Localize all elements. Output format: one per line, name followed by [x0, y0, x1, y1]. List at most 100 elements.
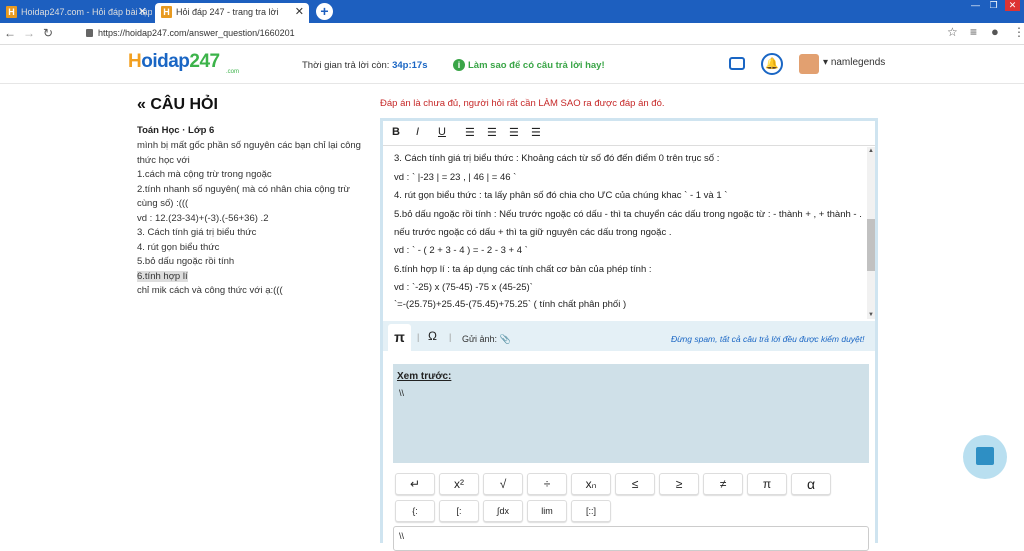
- answer-line: 3. Cách tính giá trị biểu thức : Khoảng …: [394, 153, 720, 164]
- less-equal-key[interactable]: ≤: [615, 473, 655, 495]
- profile-icon[interactable]: ●: [991, 24, 999, 39]
- question-line: 4. rút gọn biểu thức: [137, 241, 220, 253]
- scrollbar[interactable]: ▲ ▼: [867, 147, 875, 319]
- tab-math-symbols[interactable]: π: [388, 324, 411, 351]
- root-key[interactable]: √: [483, 473, 523, 495]
- align-right-icon[interactable]: ☰: [509, 126, 519, 139]
- address-bar: ← → ↻ https://hoidap247.com/answer_quest…: [0, 23, 1024, 45]
- tab-greek[interactable]: Ω: [428, 329, 437, 343]
- align-center-icon[interactable]: ☰: [487, 126, 497, 139]
- close-icon[interactable]: ✕: [138, 3, 147, 21]
- avatar[interactable]: [799, 54, 819, 74]
- lock-icon: [86, 29, 93, 37]
- divider: |: [417, 332, 420, 342]
- scroll-up-icon[interactable]: ▲: [867, 148, 875, 154]
- limit-key[interactable]: lim: [527, 500, 567, 522]
- question-heading: « CÂU HỎI: [137, 96, 218, 113]
- reload-icon[interactable]: ↻: [43, 26, 53, 40]
- question-line: 1.cách mà cộng trừ trong ngoặc: [137, 169, 272, 180]
- paperclip-icon: 📎: [499, 334, 511, 344]
- question-line: 3. Cách tính giá trị biểu thức: [137, 227, 257, 238]
- browser-tab-bar: H Hoidap247.com - Hỏi đáp bài tập ✕ H Hỏ…: [0, 0, 1024, 23]
- gift-icon: [976, 447, 994, 465]
- answer-line: vd : ` - ( 2 + 3 - 4 ) = - 2 - 3 + 4 `: [394, 245, 528, 256]
- question-body: mình bị mất gốc phần số nguyên các bạn c…: [137, 139, 362, 299]
- spam-note: Đừng spam, tất cả câu trả lời đều được k…: [671, 334, 865, 344]
- not-equal-key[interactable]: ≠: [703, 473, 743, 495]
- question-line: 5.bỏ dấu ngoặc rồi tính: [137, 256, 235, 267]
- star-icon[interactable]: ☆: [947, 25, 958, 39]
- gift-button[interactable]: [963, 435, 1007, 479]
- bell-icon[interactable]: 🔔: [761, 53, 783, 75]
- answer-text-area[interactable]: 3. Cách tính giá trị biểu thức : Khoảng …: [383, 147, 866, 319]
- table-key[interactable]: [::]: [571, 500, 611, 522]
- question-line: mình bị mất gốc phần số nguyên các bạn c…: [137, 140, 361, 166]
- question-line: 2.tính nhanh số nguyên( mà có nhân chia …: [137, 183, 350, 210]
- answer-line: 5.bỏ dấu ngoặc rồi tính : Nếu trước ngoặ…: [394, 208, 862, 220]
- forward-arrow-icon[interactable]: →: [23, 26, 35, 40]
- info-icon: i: [453, 59, 465, 71]
- question-line: chỉ mik cách và công thức với ạ:(((: [137, 285, 283, 296]
- superscript-key[interactable]: x²: [439, 473, 479, 495]
- matrix-key[interactable]: [:: [439, 500, 479, 522]
- menu-dots-icon[interactable]: ⋮: [1013, 25, 1024, 39]
- tab-title: Hoidap247.com - Hỏi đáp bài tập: [21, 7, 152, 17]
- highlighted-text: 6.tính hợp lí: [137, 270, 188, 282]
- subscript-key[interactable]: xₙ: [571, 473, 611, 495]
- timer-label: Thời gian trả lời còn:: [302, 60, 390, 71]
- italic-button[interactable]: I: [416, 126, 419, 138]
- url-field[interactable]: https://hoidap247.com/answer_question/16…: [86, 28, 295, 38]
- howto-link[interactable]: i Làm sao để có câu trả lời hay!: [453, 59, 605, 71]
- logo-number: 247: [189, 51, 220, 72]
- question-line: 6.tính hợp lí: [137, 270, 362, 285]
- answer-editor: B I U ☰ ☰ ☰ ☰ 3. Cách tính giá trị biểu …: [380, 118, 878, 551]
- browser-tab-1[interactable]: H Hoidap247.com - Hỏi đáp bài tập ✕: [0, 3, 152, 23]
- math-input[interactable]: \\: [393, 526, 869, 551]
- new-tab-button[interactable]: +: [316, 3, 333, 20]
- question-meta: Toán Học · Lớp 6: [137, 125, 215, 136]
- divider: |: [449, 332, 452, 342]
- greater-equal-key[interactable]: ≥: [659, 473, 699, 495]
- logo-sub: .com: [226, 69, 240, 75]
- fraction-key[interactable]: ÷: [527, 473, 567, 495]
- tab-title: Hỏi đáp 247 - trang tra lời: [176, 7, 279, 17]
- question-line: vd : 12.(23-34)+(-3).(-56+36) .2: [137, 212, 269, 224]
- answer-line: vd : ` |-23 | = 23 , | 46 | = 46 `: [394, 171, 517, 183]
- align-left-icon[interactable]: ☰: [465, 126, 475, 139]
- reading-list-icon[interactable]: ≡: [970, 25, 977, 39]
- chevron-down-icon: ▾: [823, 57, 829, 68]
- scrollbar-thumb[interactable]: [867, 219, 875, 271]
- integral-key[interactable]: ∫dx: [483, 500, 523, 522]
- logo-word: oidap: [141, 51, 190, 72]
- hoidap-favicon-icon: H: [6, 6, 17, 18]
- answer-line: 4. rút gọn biểu thức : ta lấy phân số đó…: [394, 190, 728, 201]
- scroll-down-icon[interactable]: ▼: [867, 312, 875, 318]
- url-text: https://hoidap247.com/answer_question/16…: [98, 28, 295, 38]
- preview-title: Xem trước:: [397, 371, 452, 382]
- upload-label: Gửi ảnh:: [462, 334, 498, 344]
- pi-key[interactable]: π: [747, 473, 787, 495]
- editor-toolbar: B I U ☰ ☰ ☰ ☰: [383, 121, 875, 146]
- preview-panel: Xem trước: \\: [393, 364, 869, 463]
- underline-button[interactable]: U: [438, 126, 446, 138]
- browser-tab-2[interactable]: H Hỏi đáp 247 - trang tra lời ✕: [155, 3, 309, 23]
- maximize-icon[interactable]: ❐: [986, 0, 1001, 11]
- alpha-key[interactable]: α: [791, 473, 831, 495]
- site-logo[interactable]: Hoidap247: [128, 51, 220, 73]
- answer-line: vd : `-25) x (75-45) -75 x (45-25)`: [394, 282, 533, 293]
- close-icon[interactable]: ✕: [295, 3, 304, 21]
- system-key[interactable]: {:: [395, 500, 435, 522]
- newline-key[interactable]: ↵: [395, 473, 435, 495]
- align-justify-icon[interactable]: ☰: [531, 126, 541, 139]
- minimize-icon[interactable]: —: [968, 0, 983, 11]
- chat-icon[interactable]: [729, 57, 745, 70]
- bold-button[interactable]: B: [392, 126, 400, 138]
- answer-line: 6.tính hợp lí : ta áp dụng các tính chất…: [394, 263, 652, 275]
- preview-value: \\: [399, 388, 405, 398]
- user-menu[interactable]: ▾ namlegends: [823, 57, 885, 68]
- back-arrow-icon[interactable]: ←: [4, 26, 16, 40]
- window-close-icon[interactable]: ✕: [1005, 0, 1020, 11]
- upload-image-button[interactable]: Gửi ảnh: 📎: [462, 334, 511, 345]
- answer-warning: Đáp án là chưa đủ, người hỏi rất cần LÀM…: [380, 98, 665, 109]
- hoidap-favicon-icon: H: [161, 6, 172, 18]
